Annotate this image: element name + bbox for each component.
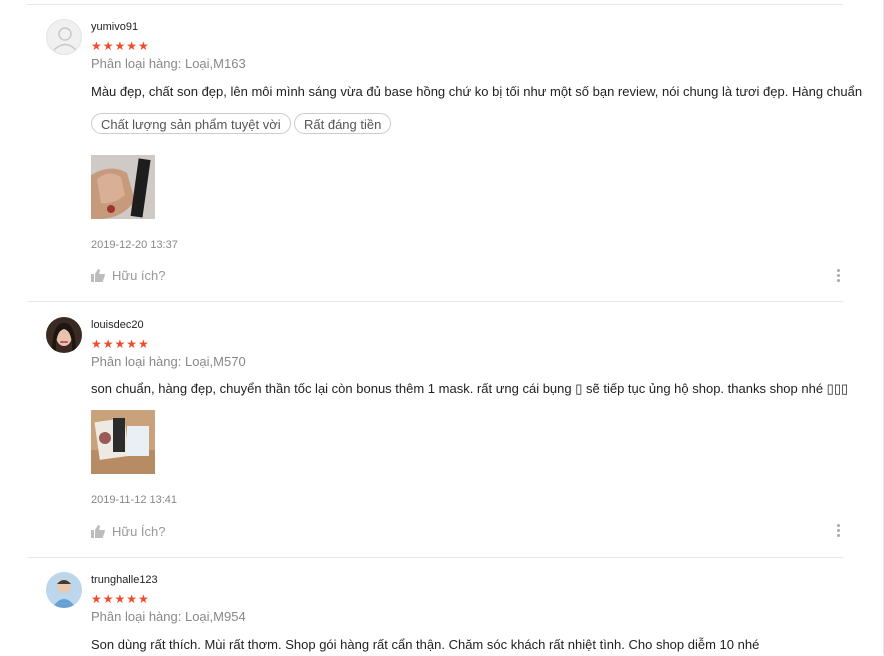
rating-stars: ★★★★★	[91, 39, 150, 53]
review-date: 2019-12-20 13:37	[91, 239, 178, 251]
review-tag: Chất lượng sản phẩm tuyệt vời	[91, 113, 291, 134]
review-item: yumivo91 ★★★★★ Phân loại hàng: Loại,M163…	[27, 4, 862, 302]
review-date: 2019-11-12 13:41	[91, 494, 178, 506]
more-options-icon[interactable]	[837, 524, 841, 539]
variation-label: Phân loại hàng: Loại,M954	[91, 609, 246, 624]
review-item: louisdec20 ★★★★★ Phân loại hàng: Loại,M5…	[27, 301, 848, 558]
variation-label: Phân loại hàng: Loại,M570	[91, 354, 246, 369]
variation-label: Phân loại hàng: Loại,M163	[91, 56, 246, 71]
review-username[interactable]: louisdec20	[91, 319, 144, 331]
default-avatar-icon[interactable]	[46, 19, 82, 55]
more-options-icon[interactable]	[837, 269, 841, 284]
thumbs-up-icon	[91, 268, 105, 285]
review-photo[interactable]	[91, 410, 155, 474]
like-button[interactable]: Hữu ích?	[91, 268, 166, 285]
user-avatar[interactable]	[46, 572, 82, 608]
review-text: Son dùng rất thích. Mùi rất thơm. Shop g…	[91, 637, 760, 652]
review-tag: Rất đáng tiền	[294, 113, 392, 134]
helpful-label: Hữu ích?	[112, 268, 166, 283]
review-username[interactable]: yumivo91	[91, 21, 138, 33]
review-text: Màu đẹp, chất son đẹp, lên môi mình sáng…	[91, 84, 863, 99]
user-avatar[interactable]	[46, 317, 82, 353]
like-button[interactable]: Hữu Ích?	[91, 524, 166, 541]
rating-stars: ★★★★★	[91, 337, 150, 351]
review-photo[interactable]	[91, 155, 155, 219]
review-username[interactable]: trunghalle123	[91, 574, 158, 586]
review-item: trunghalle123 ★★★★★ Phân loại hàng: Loại…	[27, 557, 843, 656]
rating-stars: ★★★★★	[91, 592, 150, 606]
thumbs-up-icon	[91, 524, 105, 541]
helpful-label: Hữu Ích?	[112, 524, 166, 539]
review-text: son chuẩn, hàng đẹp, chuyển thần tốc lại…	[91, 381, 849, 396]
